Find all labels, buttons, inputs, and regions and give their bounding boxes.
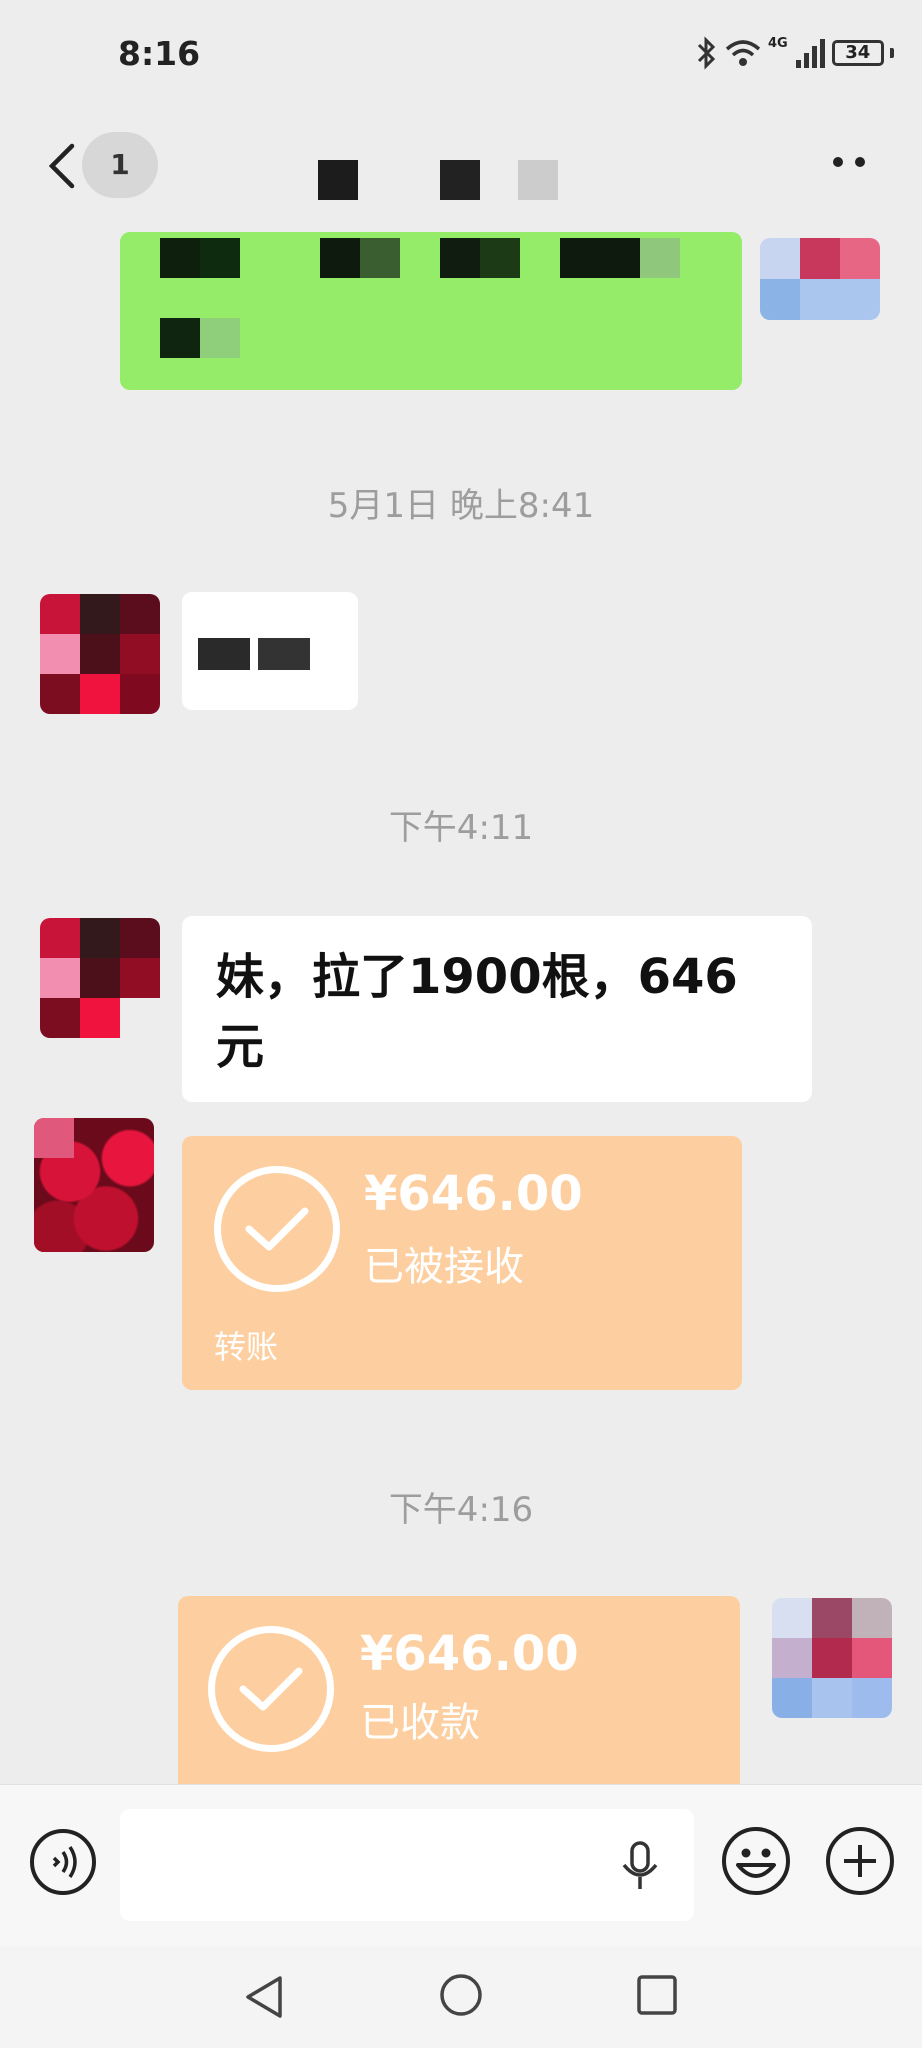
battery-indicator: 34 [831, 40, 884, 66]
transfer-status: 已被接收 [364, 1244, 524, 1290]
transfer-amount: ¥646.00 [364, 1166, 583, 1222]
nav-back-icon[interactable] [242, 1974, 286, 2020]
timestamp: 下午4:16 [388, 1490, 534, 1530]
sent-message-bubble[interactable] [120, 232, 742, 390]
my-avatar[interactable] [760, 238, 880, 320]
transfer-type-label: 转账 [214, 1328, 279, 1366]
navigation-bar [0, 1946, 922, 2048]
unread-count-badge[interactable]: 1 [82, 132, 158, 198]
contact-avatar[interactable] [40, 918, 160, 1038]
check-circle-icon [214, 1166, 340, 1292]
wifi-icon [725, 40, 761, 66]
check-icon [239, 1667, 303, 1711]
message-text: 妹，拉了1900根，646 元 [216, 949, 738, 1075]
status-time: 8:16 [118, 34, 201, 73]
microphone-icon[interactable] [618, 1841, 662, 1893]
message-input[interactable] [120, 1809, 694, 1921]
contact-avatar[interactable] [40, 594, 160, 714]
transfer-amount: ¥646.00 [360, 1626, 579, 1682]
chat-title [318, 152, 578, 202]
signal-icon [795, 39, 825, 68]
voice-icon[interactable] [28, 1827, 98, 1897]
battery-tip [889, 48, 894, 58]
my-avatar[interactable] [772, 1598, 892, 1718]
transfer-status: 已收款 [360, 1700, 480, 1746]
received-text-bubble[interactable]: 妹，拉了1900根，646 元 [182, 916, 812, 1102]
check-icon [245, 1207, 309, 1251]
nav-home-icon[interactable] [438, 1972, 484, 2018]
bluetooth-icon [697, 36, 716, 70]
more-icon[interactable] [832, 156, 866, 168]
network-type: 4G [768, 36, 788, 51]
plus-icon[interactable] [824, 1825, 896, 1897]
received-message-bubble[interactable] [182, 592, 358, 710]
timestamp: 下午4:11 [388, 808, 534, 848]
transfer-card[interactable]: ¥646.00 已被接收 转账 [182, 1136, 742, 1390]
timestamp: 5月1日 晚上8:41 [327, 486, 595, 526]
status-icons: 4G 34 [696, 36, 894, 70]
nav-recents-icon[interactable] [636, 1974, 678, 2016]
contact-avatar[interactable] [34, 1118, 154, 1252]
check-circle-icon [208, 1626, 334, 1752]
input-bar [0, 1784, 922, 1946]
emoji-icon[interactable] [720, 1825, 792, 1897]
back-icon[interactable] [44, 140, 80, 192]
transfer-card-sent[interactable]: ¥646.00 已收款 [178, 1596, 740, 1784]
